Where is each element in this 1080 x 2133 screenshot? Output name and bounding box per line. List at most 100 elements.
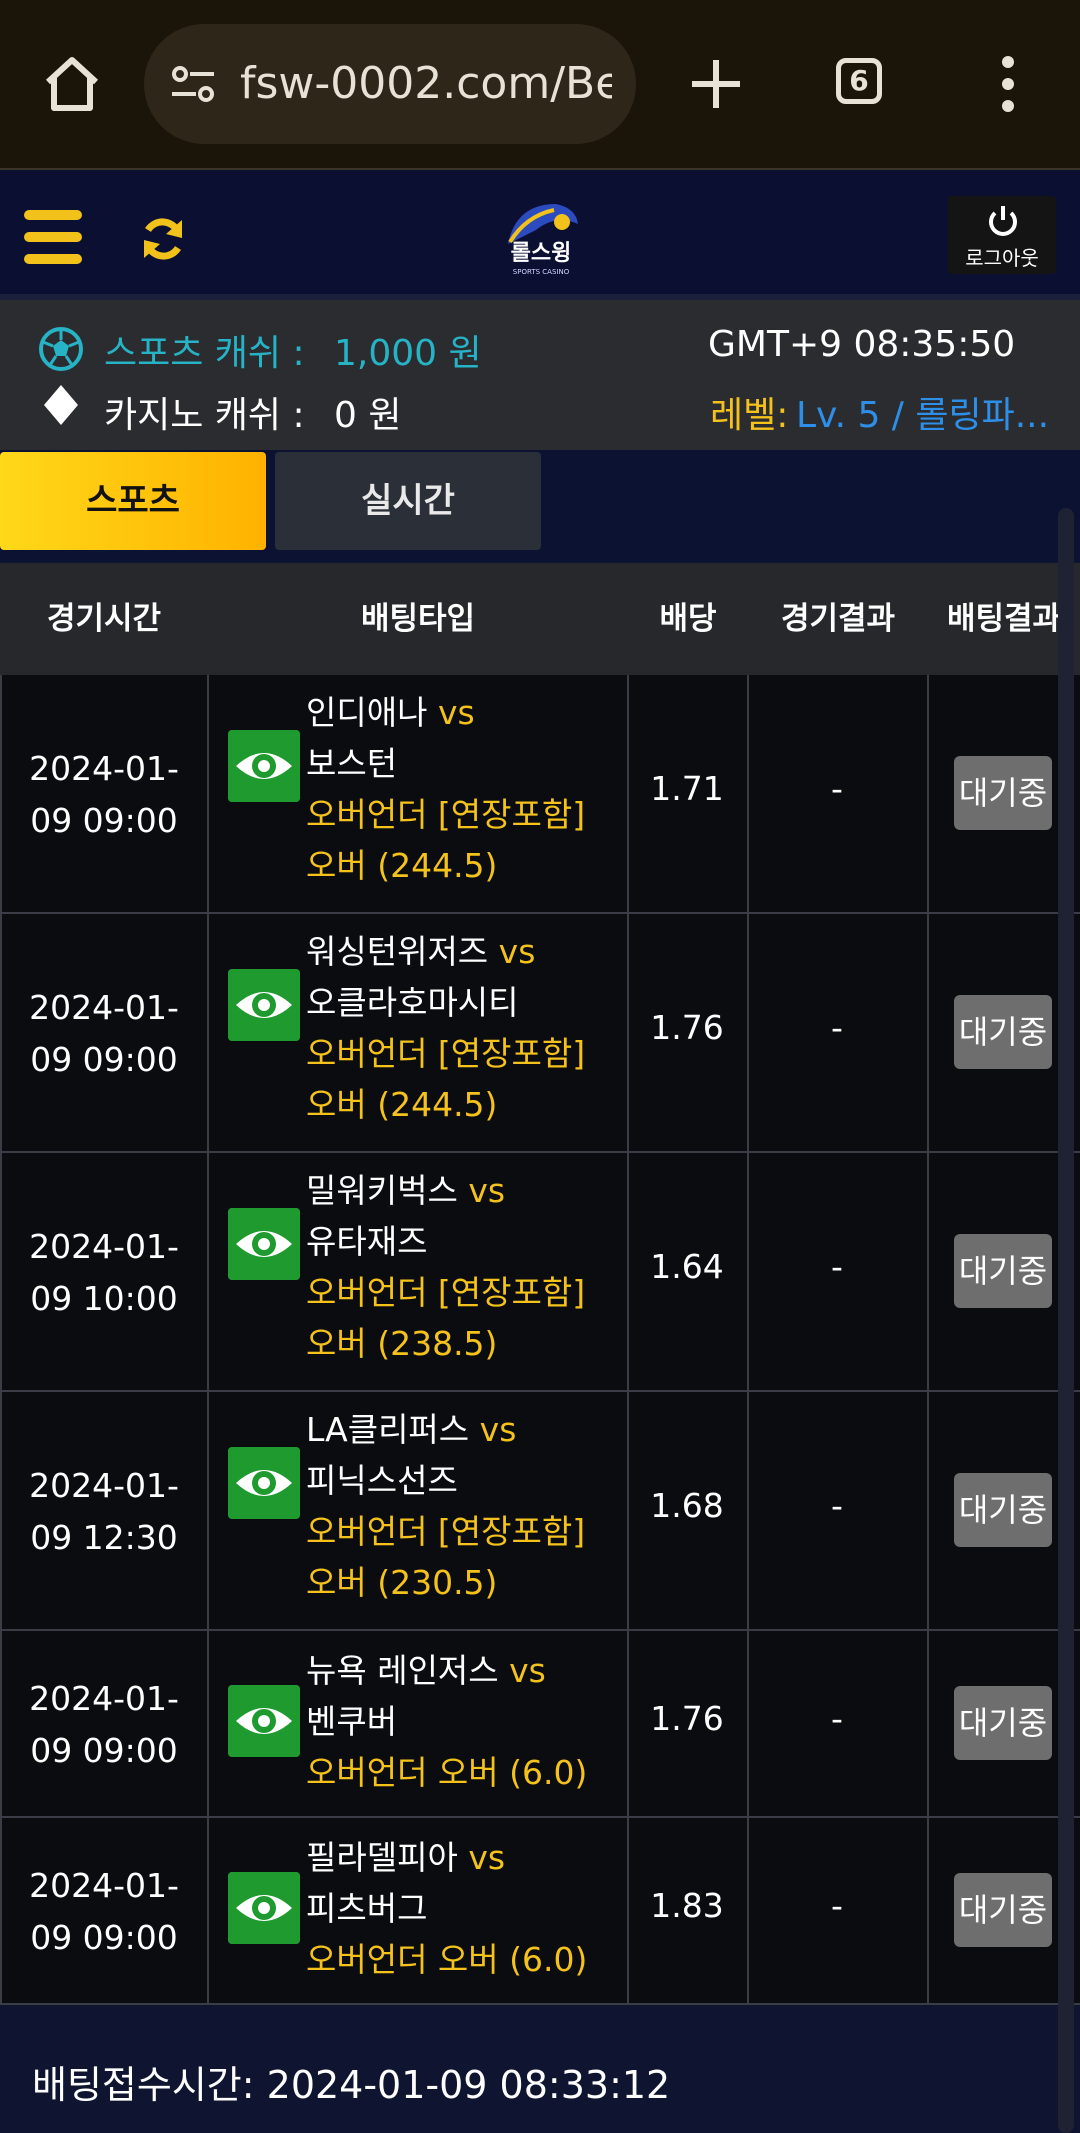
match-time: 09 10:00 bbox=[30, 1279, 178, 1318]
table-row: 2024-01- 09 09:00 필라델피아 vs 피츠버그 오버언더 오버 … bbox=[0, 1818, 1080, 2005]
home-team: 인디애나 bbox=[306, 693, 428, 732]
away-team: 피닉스선즈 bbox=[306, 1461, 458, 1500]
bet-type: 오버언더 [연장포함] bbox=[306, 795, 586, 834]
tab-switcher-button[interactable]: 6 bbox=[836, 58, 882, 104]
site-logo[interactable]: 롤스윙 SPORTS CASINO bbox=[496, 194, 586, 280]
bet-type: 오버언더 오버 (6.0) bbox=[306, 1940, 588, 1979]
sports-cash-value: 1,000 원 bbox=[334, 333, 482, 374]
logout-label: 로그아웃 bbox=[965, 246, 1039, 270]
vs-label: vs bbox=[468, 1838, 506, 1877]
bet-status-badge[interactable]: 대기중 bbox=[954, 756, 1052, 830]
away-team: 벤쿠버 bbox=[306, 1702, 398, 1741]
logout-button[interactable]: 로그아웃 bbox=[948, 196, 1056, 274]
level-value[interactable]: Lv. 5 / 롤링파... bbox=[796, 386, 1046, 438]
vs-label: vs bbox=[437, 693, 475, 732]
table-row: 2024-01- 09 09:00 인디애나 vs 보스턴 오버언더 [연장포함… bbox=[0, 675, 1080, 914]
bet-status-badge[interactable]: 대기중 bbox=[954, 995, 1052, 1069]
scrollbar[interactable] bbox=[1058, 508, 1074, 2133]
match-time: 09 09:00 bbox=[30, 1040, 178, 1079]
bet-status-badge[interactable]: 대기중 bbox=[954, 1873, 1052, 1947]
home-team: 뉴욕 레인저스 bbox=[306, 1651, 499, 1690]
more-menu-icon[interactable] bbox=[990, 54, 1026, 114]
address-bar[interactable]: fsw-0002.com/Be bbox=[144, 24, 636, 144]
new-tab-icon[interactable] bbox=[686, 54, 746, 114]
menu-icon[interactable] bbox=[24, 210, 82, 264]
bet-status-badge[interactable]: 대기중 bbox=[954, 1234, 1052, 1308]
bet-type: 오버언더 [연장포함] bbox=[306, 1034, 586, 1073]
away-team: 유타재즈 bbox=[306, 1222, 428, 1261]
logo-subtext: SPORTS CASINO bbox=[513, 268, 570, 276]
bet-status-badge[interactable]: 대기중 bbox=[954, 1473, 1052, 1547]
away-team: 보스턴 bbox=[306, 744, 398, 783]
match-result: - bbox=[831, 769, 843, 808]
match-result: - bbox=[831, 1008, 843, 1047]
soccer-ball-icon bbox=[39, 327, 83, 371]
match-date: 2024-01- bbox=[29, 1466, 179, 1505]
odds-value: 1.68 bbox=[650, 1486, 724, 1525]
header-bet-type: 배팅타입 bbox=[360, 601, 476, 637]
away-team: 피츠버그 bbox=[306, 1889, 428, 1928]
odds-value: 1.76 bbox=[650, 1008, 724, 1047]
match-date: 2024-01- bbox=[29, 1866, 179, 1905]
table-row: 2024-01- 09 09:00 뉴욕 레인저스 vs 벤쿠버 오버언더 오버… bbox=[0, 1631, 1080, 1818]
match-result: - bbox=[831, 1247, 843, 1286]
bet-received-time: 배팅접수시간: 2024-01-09 08:33:12 bbox=[32, 2063, 671, 2107]
header-match-result: 경기결과 bbox=[780, 601, 896, 637]
eye-icon[interactable] bbox=[228, 1685, 300, 1757]
odds-value: 1.71 bbox=[650, 769, 724, 808]
bet-selection: 오버 (244.5) bbox=[306, 846, 498, 885]
home-team: 필라델피아 bbox=[306, 1838, 458, 1877]
tab-sports[interactable]: 스포츠 bbox=[0, 452, 266, 550]
table-header: 경기시간 배팅타입 배당 경기결과 배팅결과 bbox=[0, 563, 1080, 675]
match-date: 2024-01- bbox=[29, 1227, 179, 1266]
vs-label: vs bbox=[468, 1171, 506, 1210]
match-result: - bbox=[831, 1886, 843, 1925]
odds-value: 1.76 bbox=[650, 1699, 724, 1738]
match-time: 09 12:30 bbox=[30, 1518, 178, 1557]
tab-bar: 스포츠 실시간 bbox=[0, 450, 1080, 562]
power-icon bbox=[989, 206, 1017, 236]
table-row: 2024-01- 09 10:00 밀워키벅스 vs 유타재즈 오버언더 [연장… bbox=[0, 1153, 1080, 1392]
match-result: - bbox=[831, 1486, 843, 1525]
odds-value: 1.83 bbox=[650, 1886, 724, 1925]
tab-live[interactable]: 실시간 bbox=[275, 452, 541, 550]
diamond-icon bbox=[44, 385, 78, 425]
bet-status-badge[interactable]: 대기중 bbox=[954, 1686, 1052, 1760]
url-text[interactable]: fsw-0002.com/Be bbox=[240, 54, 612, 114]
eye-icon[interactable] bbox=[228, 1447, 300, 1519]
bet-type: 오버언더 [연장포함] bbox=[306, 1512, 586, 1551]
odds-value: 1.64 bbox=[650, 1247, 724, 1286]
eye-icon[interactable] bbox=[228, 730, 300, 802]
away-team: 오클라호마시티 bbox=[306, 983, 519, 1022]
eye-icon[interactable] bbox=[228, 969, 300, 1041]
server-clock: GMT+9 08:35:50 bbox=[708, 324, 1016, 365]
bet-type: 오버언더 오버 (6.0) bbox=[306, 1753, 588, 1792]
refresh-icon[interactable] bbox=[138, 214, 188, 264]
table-row: 2024-01- 09 12:30 LA클리퍼스 vs 피닉스선즈 오버언더 [… bbox=[0, 1392, 1080, 1631]
match-time: 09 09:00 bbox=[30, 801, 178, 840]
header-odds: 배당 bbox=[659, 601, 717, 637]
level-label: 레벨: bbox=[710, 395, 789, 436]
site-settings-icon[interactable] bbox=[170, 64, 216, 104]
eye-icon[interactable] bbox=[228, 1872, 300, 1944]
bet-selection: 오버 (244.5) bbox=[306, 1085, 498, 1124]
match-date: 2024-01- bbox=[29, 1679, 179, 1718]
header-match-time: 경기시간 bbox=[46, 601, 162, 637]
browser-toolbar: fsw-0002.com/Be 6 bbox=[0, 0, 1080, 170]
sports-cash-label: 스포츠 캐쉬 : bbox=[104, 333, 305, 374]
home-team: 워싱턴위저즈 bbox=[306, 932, 489, 971]
home-team: LA클리퍼스 bbox=[306, 1410, 470, 1449]
vs-label: vs bbox=[498, 932, 536, 971]
match-time: 09 09:00 bbox=[30, 1731, 178, 1770]
eye-icon[interactable] bbox=[228, 1208, 300, 1280]
match-result: - bbox=[831, 1699, 843, 1738]
bet-type: 오버언더 [연장포함] bbox=[306, 1273, 586, 1312]
table-row: 2024-01- 09 09:00 워싱턴위저즈 vs 오클라호마시티 오버언더… bbox=[0, 914, 1080, 1153]
logo-text: 롤스윙 bbox=[511, 241, 572, 266]
match-date: 2024-01- bbox=[29, 749, 179, 788]
bet-selection: 오버 (230.5) bbox=[306, 1563, 498, 1602]
match-date: 2024-01- bbox=[29, 988, 179, 1027]
match-time: 09 09:00 bbox=[30, 1918, 178, 1957]
home-icon[interactable] bbox=[40, 52, 104, 116]
home-team: 밀워키벅스 bbox=[306, 1171, 458, 1210]
